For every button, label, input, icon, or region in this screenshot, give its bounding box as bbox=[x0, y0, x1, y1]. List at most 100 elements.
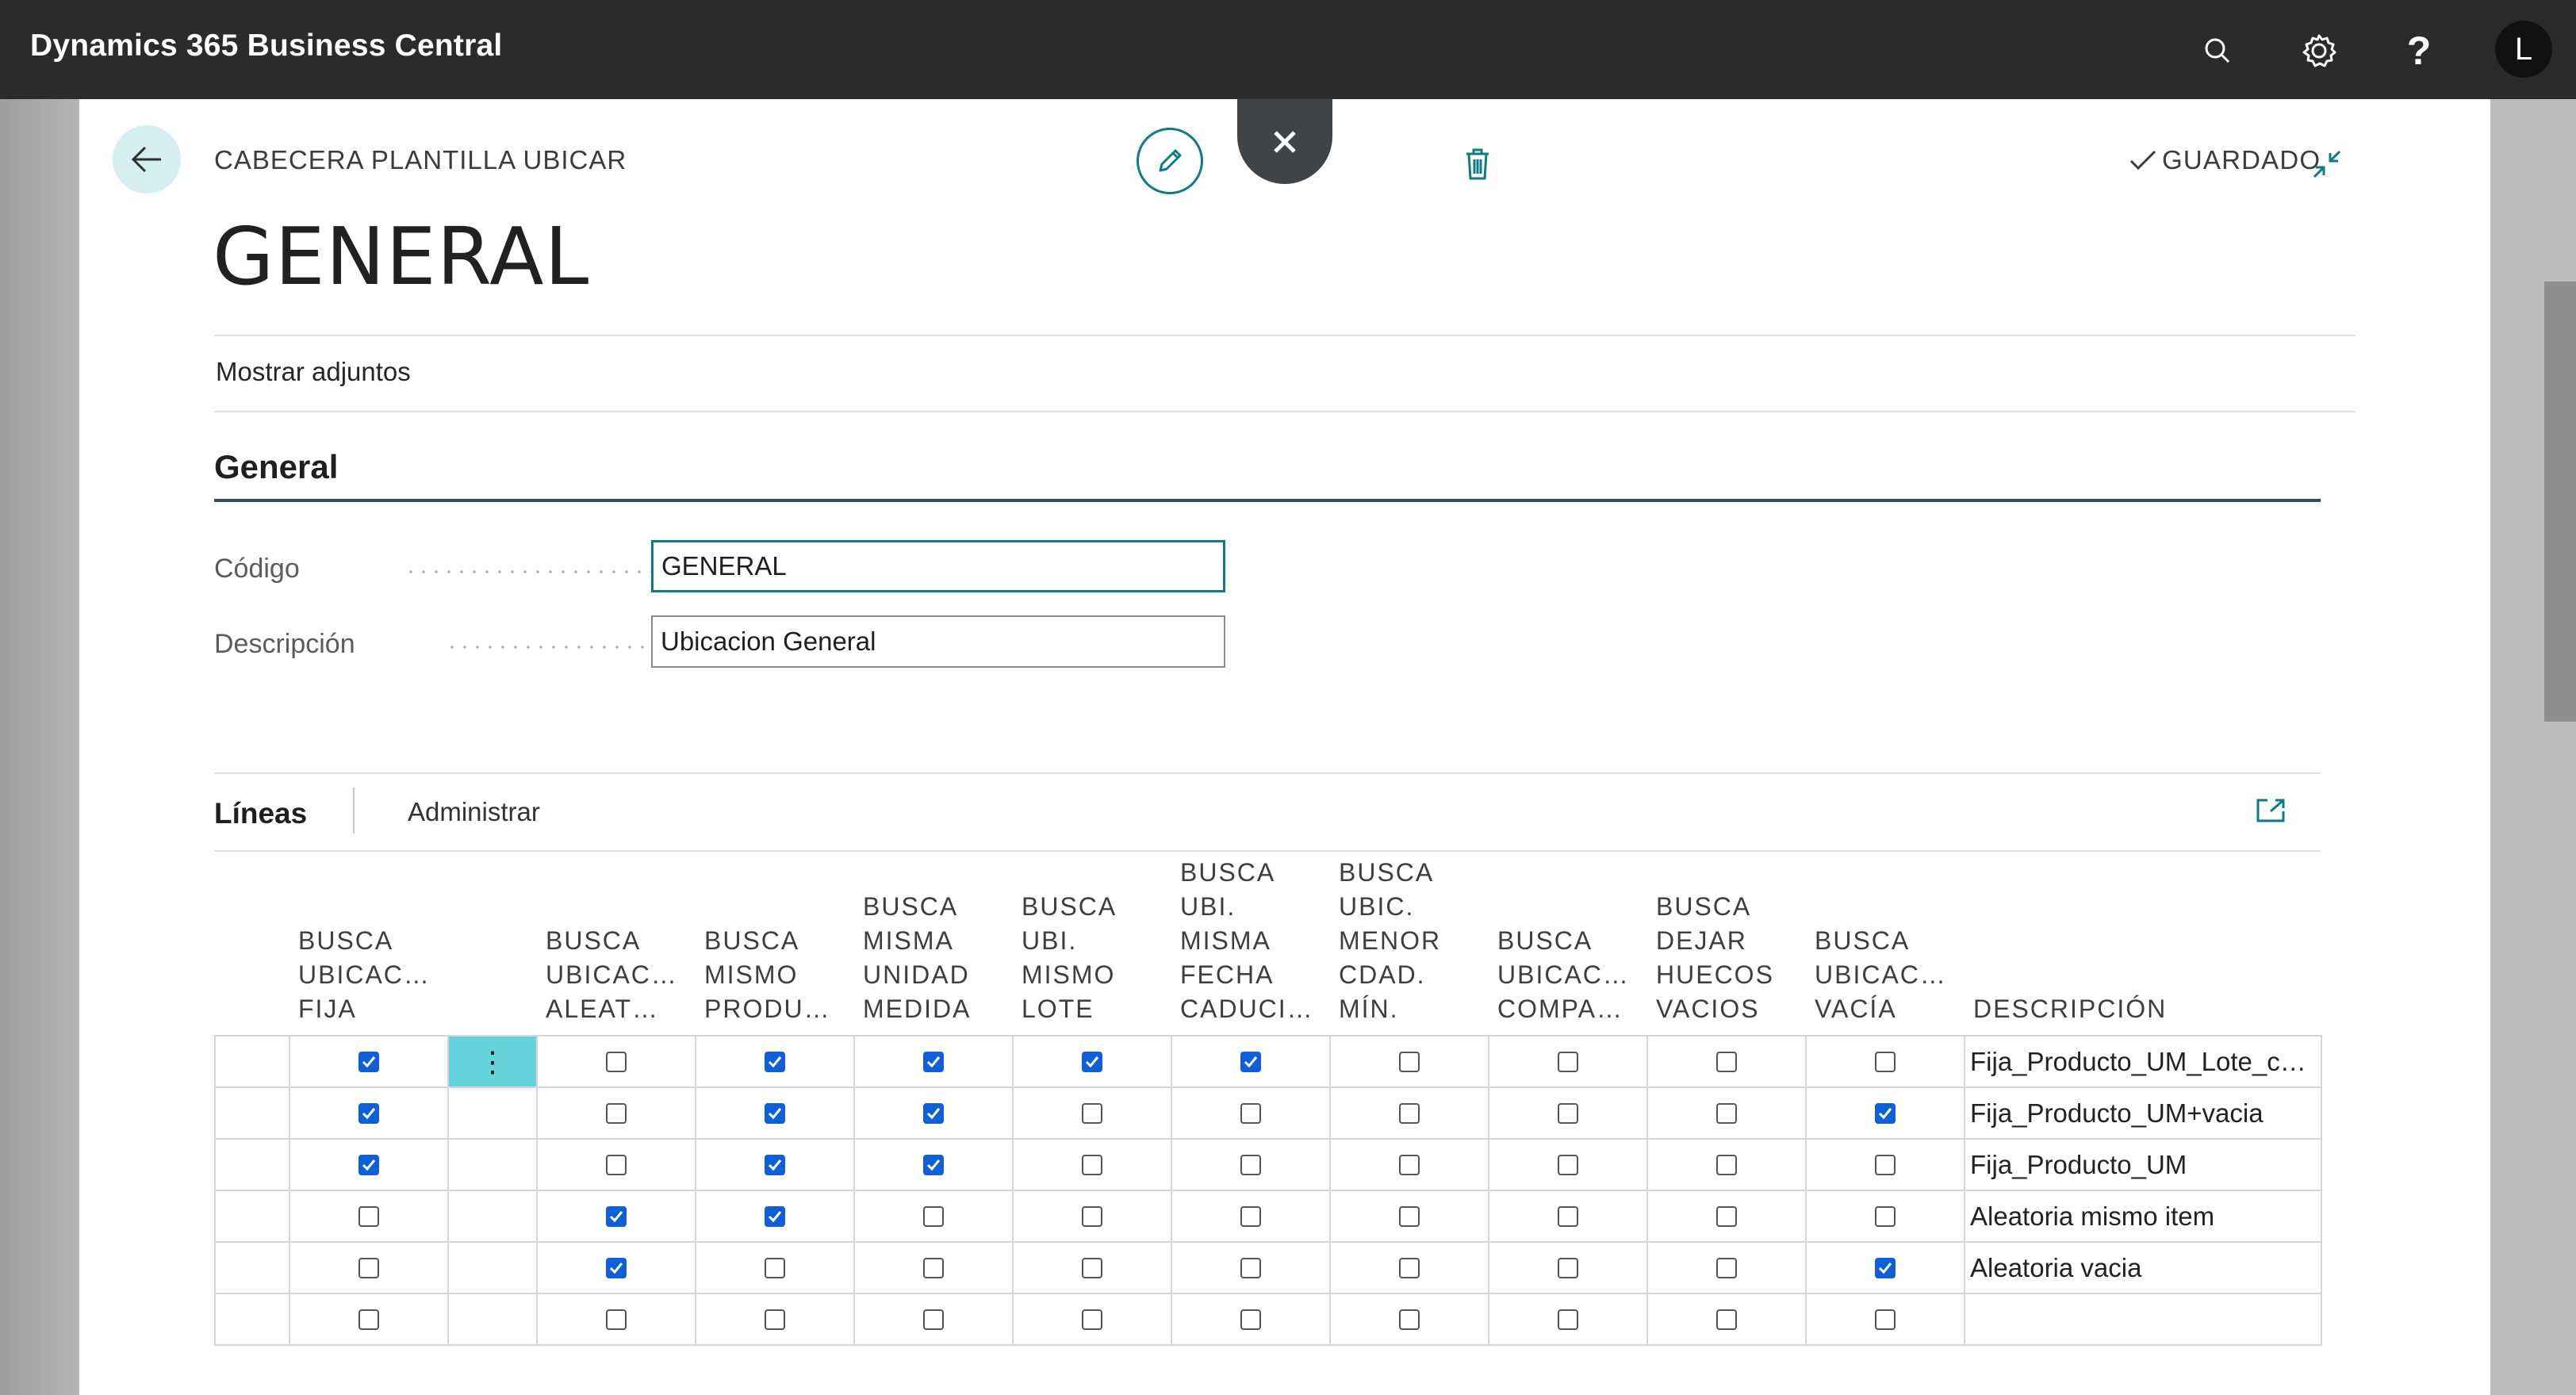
gear-icon[interactable] bbox=[2295, 27, 2343, 75]
checkbox-unchecked[interactable] bbox=[1399, 1154, 1420, 1175]
close-button[interactable] bbox=[1237, 99, 1332, 184]
row-selector[interactable] bbox=[216, 1294, 289, 1344]
checkbox-cell[interactable] bbox=[695, 1140, 853, 1190]
checkbox-cell[interactable] bbox=[1329, 1037, 1488, 1086]
checkbox-unchecked[interactable] bbox=[1558, 1309, 1578, 1330]
checkbox-cell[interactable] bbox=[853, 1294, 1012, 1344]
checkbox-checked[interactable] bbox=[358, 1051, 379, 1072]
row-actions-cell[interactable] bbox=[447, 1088, 536, 1138]
column-header[interactable]: BUSCA UBICAC… ALEAT… bbox=[546, 924, 693, 1031]
checkbox-unchecked[interactable] bbox=[606, 1102, 627, 1124]
checkbox-unchecked[interactable] bbox=[1082, 1205, 1102, 1227]
row-actions-cell[interactable] bbox=[447, 1191, 536, 1241]
checkbox-cell[interactable] bbox=[289, 1294, 447, 1344]
column-header[interactable]: BUSCA MISMO PRODU… bbox=[704, 924, 852, 1031]
checkbox-checked[interactable] bbox=[765, 1154, 785, 1175]
checkbox-unchecked[interactable] bbox=[358, 1205, 379, 1227]
checkbox-cell[interactable] bbox=[536, 1191, 695, 1241]
checkbox-cell[interactable] bbox=[289, 1088, 447, 1138]
checkbox-cell[interactable] bbox=[289, 1191, 447, 1241]
checkbox-unchecked[interactable] bbox=[1716, 1257, 1737, 1278]
checkbox-cell[interactable] bbox=[853, 1140, 1012, 1190]
checkbox-checked[interactable] bbox=[1875, 1102, 1896, 1124]
checkbox-checked[interactable] bbox=[358, 1102, 379, 1124]
help-icon[interactable]: ? bbox=[2395, 27, 2443, 75]
checkbox-unchecked[interactable] bbox=[1399, 1205, 1420, 1227]
checkbox-checked[interactable] bbox=[765, 1102, 785, 1124]
checkbox-cell[interactable] bbox=[1012, 1140, 1171, 1190]
checkbox-checked[interactable] bbox=[923, 1051, 944, 1072]
checkbox-cell[interactable] bbox=[1171, 1243, 1329, 1293]
checkbox-cell[interactable] bbox=[289, 1140, 447, 1190]
checkbox-cell[interactable] bbox=[695, 1037, 853, 1086]
checkbox-unchecked[interactable] bbox=[1716, 1309, 1737, 1330]
row-selector[interactable] bbox=[216, 1191, 289, 1241]
description-cell[interactable]: Aleatoria mismo item bbox=[1964, 1191, 2321, 1241]
checkbox-unchecked[interactable] bbox=[1399, 1257, 1420, 1278]
checkbox-cell[interactable] bbox=[1488, 1037, 1646, 1086]
description-field[interactable] bbox=[651, 615, 1225, 668]
checkbox-cell[interactable] bbox=[1329, 1088, 1488, 1138]
checkbox-cell[interactable] bbox=[1646, 1037, 1805, 1086]
checkbox-cell[interactable] bbox=[1012, 1088, 1171, 1138]
description-cell[interactable]: Fija_Producto_UM_Lote_c… bbox=[1964, 1037, 2321, 1086]
checkbox-cell[interactable] bbox=[1646, 1294, 1805, 1344]
checkbox-cell[interactable] bbox=[853, 1088, 1012, 1138]
checkbox-cell[interactable] bbox=[1171, 1037, 1329, 1086]
checkbox-cell[interactable] bbox=[1646, 1243, 1805, 1293]
table-row[interactable] bbox=[216, 1294, 2321, 1344]
manage-action[interactable]: Administrar bbox=[408, 797, 540, 827]
checkbox-cell[interactable] bbox=[1329, 1191, 1488, 1241]
checkbox-unchecked[interactable] bbox=[1875, 1309, 1896, 1330]
checkbox-cell[interactable] bbox=[536, 1140, 695, 1190]
checkbox-unchecked[interactable] bbox=[1240, 1154, 1261, 1175]
checkbox-cell[interactable] bbox=[1805, 1140, 1964, 1190]
checkbox-unchecked[interactable] bbox=[1240, 1205, 1261, 1227]
more-vertical-icon[interactable]: ⋮ bbox=[478, 1045, 507, 1079]
checkbox-cell[interactable] bbox=[1488, 1243, 1646, 1293]
checkbox-unchecked[interactable] bbox=[1558, 1154, 1578, 1175]
checkbox-cell[interactable] bbox=[1171, 1191, 1329, 1241]
checkbox-cell[interactable] bbox=[1646, 1191, 1805, 1241]
table-row[interactable]: Fija_Producto_UM bbox=[216, 1140, 2321, 1191]
column-header[interactable]: BUSCA UBI. MISMO LOTE bbox=[1022, 890, 1169, 1031]
checkbox-unchecked[interactable] bbox=[1716, 1205, 1737, 1227]
row-selector[interactable] bbox=[216, 1088, 289, 1138]
checkbox-checked[interactable] bbox=[765, 1205, 785, 1227]
checkbox-checked[interactable] bbox=[1875, 1257, 1896, 1278]
checkbox-cell[interactable] bbox=[1329, 1294, 1488, 1344]
checkbox-unchecked[interactable] bbox=[1082, 1257, 1102, 1278]
checkbox-unchecked[interactable] bbox=[606, 1154, 627, 1175]
checkbox-unchecked[interactable] bbox=[1240, 1257, 1261, 1278]
code-field[interactable] bbox=[651, 540, 1225, 592]
checkbox-cell[interactable] bbox=[536, 1037, 695, 1086]
column-header[interactable]: BUSCA DEJAR HUECOS VACIOS bbox=[1656, 890, 1804, 1031]
app-title[interactable]: Dynamics 365 Business Central bbox=[30, 29, 502, 63]
table-row[interactable]: Aleatoria vacia bbox=[216, 1243, 2321, 1294]
checkbox-cell[interactable] bbox=[853, 1037, 1012, 1086]
checkbox-cell[interactable] bbox=[1646, 1088, 1805, 1138]
row-actions-cell[interactable] bbox=[447, 1243, 536, 1293]
table-row[interactable]: ⋮ Fija_Producto_UM_Lote_c… bbox=[216, 1037, 2321, 1088]
checkbox-unchecked[interactable] bbox=[1558, 1205, 1578, 1227]
row-selector[interactable] bbox=[216, 1140, 289, 1190]
checkbox-checked[interactable] bbox=[765, 1051, 785, 1072]
checkbox-cell[interactable] bbox=[536, 1243, 695, 1293]
checkbox-cell[interactable] bbox=[1329, 1243, 1488, 1293]
back-button[interactable] bbox=[113, 125, 181, 194]
checkbox-unchecked[interactable] bbox=[1716, 1051, 1737, 1072]
description-cell[interactable]: Fija_Producto_UM+vacia bbox=[1964, 1088, 2321, 1138]
checkbox-checked[interactable] bbox=[923, 1154, 944, 1175]
description-cell[interactable]: Fija_Producto_UM bbox=[1964, 1140, 2321, 1190]
checkbox-unchecked[interactable] bbox=[606, 1051, 627, 1072]
checkbox-cell[interactable] bbox=[1012, 1243, 1171, 1293]
checkbox-unchecked[interactable] bbox=[923, 1257, 944, 1278]
checkbox-cell[interactable] bbox=[853, 1243, 1012, 1293]
avatar[interactable]: L bbox=[2495, 21, 2552, 78]
table-row[interactable]: Aleatoria mismo item bbox=[216, 1191, 2321, 1243]
checkbox-unchecked[interactable] bbox=[1558, 1102, 1578, 1124]
checkbox-cell[interactable] bbox=[1488, 1294, 1646, 1344]
checkbox-cell[interactable] bbox=[695, 1088, 853, 1138]
checkbox-checked[interactable] bbox=[1240, 1051, 1261, 1072]
section-title-general[interactable]: General bbox=[214, 448, 338, 486]
